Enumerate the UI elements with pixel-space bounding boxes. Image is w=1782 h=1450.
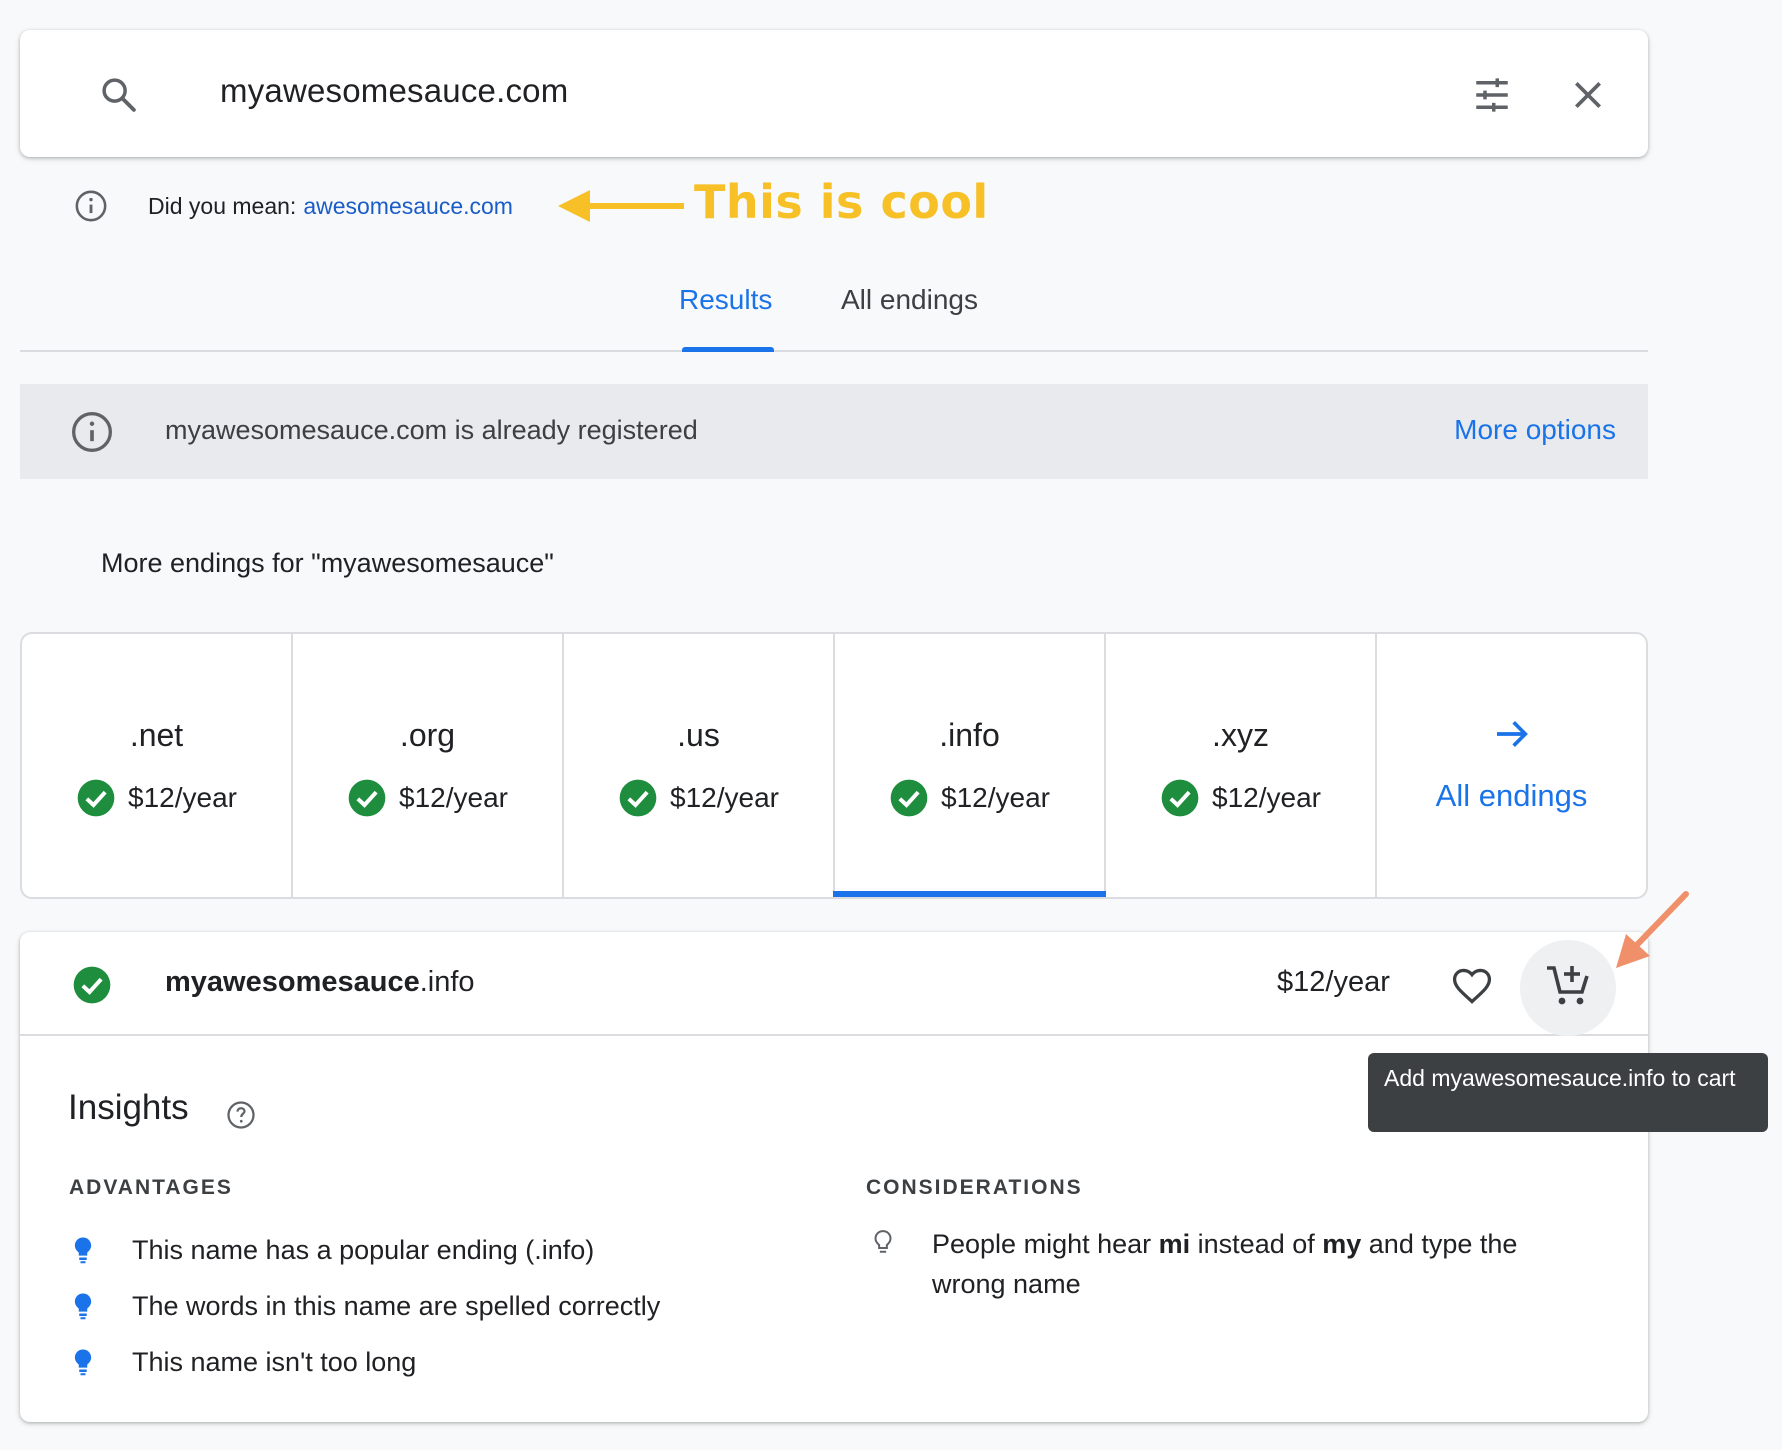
add-to-cart-button[interactable]: [1520, 940, 1616, 1036]
all-endings-label: All endings: [1435, 778, 1588, 813]
active-tab-indicator: [682, 347, 774, 352]
ending-price: $12/year: [670, 782, 779, 813]
more-endings-heading: More endings for "myawesomesauce": [101, 548, 554, 578]
consideration-text: People might hear mi instead of my and t…: [932, 1224, 1568, 1304]
add-cart-icon: [1547, 966, 1589, 1005]
check-circle-icon: [73, 966, 111, 1004]
consideration-bold: my: [1322, 1229, 1362, 1259]
ending-price: $12/year: [399, 782, 508, 813]
heart-icon[interactable]: [1450, 964, 1494, 1008]
result-card: myawesomesauce.info $12/year Insights AD…: [20, 932, 1648, 1422]
check-circle-icon: [1161, 779, 1199, 817]
check-circle-icon: [890, 779, 928, 817]
ending-price: $12/year: [128, 782, 237, 813]
arrow-right-icon: [1496, 721, 1528, 747]
result-price: $12/year: [1277, 966, 1390, 998]
ending-tld: .info: [939, 717, 1000, 753]
advantage-text: This name isn't too long: [132, 1346, 417, 1377]
ending-price: $12/year: [941, 782, 1050, 813]
ending-card-org[interactable]: .org $12/year: [293, 634, 564, 897]
tune-icon[interactable]: [1471, 74, 1513, 116]
advantage-text: This name has a popular ending (.info): [132, 1234, 595, 1265]
did-you-mean: Did you mean: awesomesauce.com: [74, 188, 513, 224]
advantage-text: The words in this name are spelled corre…: [132, 1290, 661, 1321]
endings-row: .net $12/year .org $12/year .us $12/year…: [20, 632, 1648, 899]
result-domain-name: myawesomesauce: [165, 966, 420, 998]
consideration-part: People might hear: [932, 1229, 1159, 1259]
considerations-heading: CONSIDERATIONS: [866, 1176, 1083, 1199]
check-circle-icon: [348, 779, 386, 817]
consideration-part: instead of: [1190, 1229, 1323, 1259]
info-icon: [72, 412, 112, 452]
all-endings-card[interactable]: All endings: [1377, 634, 1646, 897]
info-icon: [75, 190, 107, 222]
list-item: This name isn't too long: [68, 1334, 660, 1390]
page: myawesomesauce.com Did you mean: awesome…: [0, 0, 1782, 1450]
insights-title: Insights: [68, 1088, 189, 1127]
search-bar: myawesomesauce.com: [20, 30, 1648, 157]
result-domain-tld: .info: [419, 966, 475, 998]
ending-price: $12/year: [1212, 782, 1321, 813]
tab-all-endings[interactable]: All endings: [841, 284, 978, 316]
check-circle-icon: [77, 779, 115, 817]
ending-card-net[interactable]: .net $12/year: [22, 634, 293, 897]
selected-ending-indicator: [833, 891, 1106, 897]
annotation-text: This is cool: [694, 175, 989, 229]
lightbulb-icon: [74, 1237, 92, 1264]
registered-banner: myawesomesauce.com is already registered…: [20, 384, 1648, 479]
lightbulb-icon: [74, 1293, 92, 1320]
close-icon[interactable]: [1568, 75, 1608, 115]
search-input[interactable]: myawesomesauce.com: [220, 72, 568, 110]
ending-tld: .xyz: [1212, 717, 1269, 753]
list-item: The words in this name are spelled corre…: [68, 1278, 660, 1334]
search-icon[interactable]: [98, 74, 140, 116]
list-item: People might hear mi instead of my and t…: [868, 1224, 1568, 1304]
did-you-mean-link[interactable]: awesomesauce.com: [303, 193, 513, 220]
ending-tld: .org: [399, 717, 456, 753]
ending-tld: .us: [677, 717, 720, 753]
lightbulb-icon: [874, 1230, 892, 1253]
ending-card-info[interactable]: .info $12/year: [833, 634, 1106, 897]
annotation-arrow-icon: [558, 190, 684, 222]
consideration-bold: mi: [1158, 1229, 1191, 1259]
advantages-heading: ADVANTAGES: [69, 1176, 233, 1199]
tab-results[interactable]: Results: [679, 284, 772, 316]
list-item: This name has a popular ending (.info): [68, 1222, 660, 1278]
considerations-list: People might hear mi instead of my and t…: [868, 1224, 1568, 1304]
help-icon[interactable]: [226, 1100, 256, 1130]
annotation-arrow-icon: [1616, 891, 1689, 968]
more-options-link[interactable]: More options: [1454, 414, 1616, 446]
add-to-cart-tooltip: Add myawesomesauce.info to cart: [1368, 1053, 1768, 1132]
ending-tld: .net: [129, 717, 184, 753]
check-circle-icon: [619, 779, 657, 817]
result-domain: myawesomesauce.info: [165, 966, 475, 999]
advantages-list: This name has a popular ending (.info) T…: [68, 1222, 660, 1390]
ending-card-us[interactable]: .us $12/year: [564, 634, 835, 897]
banner-text: myawesomesauce.com is already registered: [165, 415, 698, 445]
did-you-mean-label: Did you mean:: [148, 192, 297, 219]
lightbulb-icon: [74, 1349, 92, 1376]
tab-bar: Results All endings: [20, 262, 1648, 352]
result-header: myawesomesauce.info $12/year: [20, 932, 1648, 1036]
ending-card-xyz[interactable]: .xyz $12/year: [1106, 634, 1377, 897]
